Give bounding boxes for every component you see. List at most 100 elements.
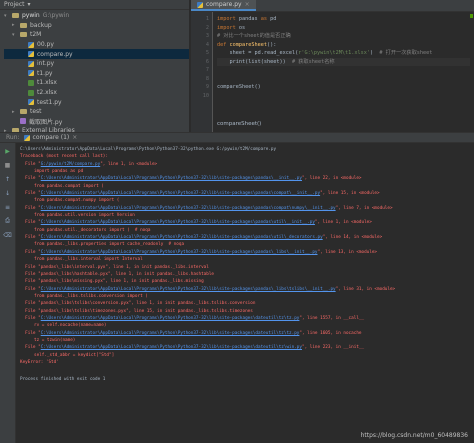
tab-compare-py[interactable]: compare.py × bbox=[191, 0, 256, 11]
close-icon[interactable]: × bbox=[72, 134, 77, 141]
file-link[interactable]: C:\Users\Administrator\AppData\Local\Pro… bbox=[41, 287, 336, 292]
tree-item[interactable]: test1.py bbox=[4, 97, 189, 107]
code-token: (): bbox=[266, 41, 277, 48]
file-link[interactable]: C:\Users\Administrator\AppData\Local\Pro… bbox=[41, 331, 300, 336]
file-link[interactable]: C:\Users\Administrator\AppData\Local\Pro… bbox=[41, 191, 320, 196]
expand-arrow-icon[interactable]: ▾ bbox=[4, 13, 9, 19]
file-link[interactable]: C:\Users\Administrator\AppData\Local\Pro… bbox=[41, 220, 315, 225]
console-line: File "C:\Users\Administrator\AppData\Loc… bbox=[20, 249, 470, 256]
console-line: from pandas.util._decorators import ( # … bbox=[20, 227, 470, 234]
project-label: Project bbox=[4, 1, 25, 8]
code-line[interactable]: compareSheet() bbox=[217, 83, 470, 92]
tree-item[interactable]: t2.xlsx bbox=[4, 88, 189, 98]
expand-arrow-icon[interactable]: ▾ bbox=[12, 32, 17, 38]
tree-item[interactable]: t1.xlsx bbox=[4, 78, 189, 88]
code-token: import bbox=[217, 24, 239, 31]
line-number: 7 bbox=[205, 67, 209, 73]
code-token: def bbox=[217, 41, 230, 48]
tree-root[interactable]: ▾ pywin G:\pywin bbox=[4, 11, 189, 21]
code-line[interactable] bbox=[217, 66, 470, 75]
scroll-up-icon[interactable]: ↑ bbox=[4, 175, 12, 183]
code-line[interactable]: import pandas as pd bbox=[217, 15, 470, 24]
console-line: File "C:\Users\Administrator\AppData\Loc… bbox=[20, 344, 470, 351]
python-file-icon bbox=[28, 51, 34, 58]
console-text: from pandas._libs.properties import cach… bbox=[34, 242, 185, 248]
breadcrumb[interactable]: compareSheet() bbox=[217, 121, 261, 127]
file-link[interactable]: C:\Users\Administrator\AppData\Local\Pro… bbox=[41, 250, 318, 255]
console-text: from pandas._libs.interval import Interv… bbox=[34, 257, 143, 263]
code-token: as bbox=[260, 16, 271, 22]
console-line: File "C:\Users\Administrator\AppData\Loc… bbox=[20, 286, 470, 293]
file-link[interactable]: G:/pywin/t2M/compare.py bbox=[41, 162, 101, 167]
python-file-icon bbox=[28, 99, 34, 106]
tree-item[interactable]: 00.py bbox=[4, 40, 189, 50]
code-token: compareSheet bbox=[229, 41, 267, 48]
console-text: KeyError: 'Std' bbox=[20, 359, 59, 365]
tree-item[interactable]: 截取图片.py bbox=[4, 117, 189, 127]
line-number: 8 bbox=[205, 75, 209, 82]
file-link[interactable]: C:\Users\Administrator\AppData\Local\Pro… bbox=[41, 206, 336, 211]
code-line[interactable]: def compareSheet(): bbox=[217, 41, 470, 50]
inspection-ok-icon bbox=[470, 14, 473, 18]
run-panel-header: Run: compare (1) × bbox=[0, 133, 474, 143]
console-output[interactable]: C:\Users\Administrator\AppData\Local\Pro… bbox=[20, 146, 470, 429]
console-line: import pandas as pd bbox=[20, 168, 470, 175]
file-link[interactable]: C:\Users\Administrator\AppData\Local\Pro… bbox=[41, 176, 302, 181]
tree-item-label: t2.xlsx bbox=[37, 89, 57, 97]
console-line: self._std_abbr = keydict["Std"] bbox=[20, 352, 470, 359]
code-token: print(list(sheet)) bbox=[217, 58, 292, 65]
tab-label: compare.py bbox=[206, 1, 242, 8]
scroll-down-icon[interactable]: ↓ bbox=[4, 189, 12, 197]
console-text: ", line 1, in <module> bbox=[314, 220, 372, 226]
print-icon[interactable]: ⎙ bbox=[4, 217, 12, 225]
tree-root-label: pywin bbox=[22, 12, 40, 20]
tree-item[interactable]: ▸ backup bbox=[4, 21, 189, 31]
stop-icon[interactable]: ■ bbox=[4, 161, 12, 169]
expand-arrow-icon[interactable]: ▸ bbox=[12, 109, 17, 115]
console-text: File "pandas\_libs\hashtable.pyx", line … bbox=[20, 271, 215, 277]
code-line[interactable]: sheet = pd.read_excel(r'G:\pywin\t2M\t1.… bbox=[217, 49, 470, 58]
tree-item[interactable]: int.py bbox=[4, 59, 189, 69]
run-panel: Run: compare (1) × ▶ ■ ↑ ↓ ≡ ⎙ ⌫ C:\User… bbox=[0, 132, 474, 443]
line-number: 10 bbox=[202, 92, 209, 99]
excel-file-icon bbox=[28, 89, 34, 96]
tree-item[interactable]: compare.py bbox=[4, 49, 189, 59]
console-line: tz = tzwin(name) bbox=[20, 337, 470, 344]
code-line[interactable] bbox=[217, 92, 470, 101]
project-panel-header[interactable]: Project ▾ bbox=[0, 0, 189, 10]
editor-tab-bar: compare.py × bbox=[191, 0, 474, 12]
code-line[interactable]: print(list(sheet)) # 获取sheet名称 bbox=[217, 57, 470, 66]
code-line[interactable]: import os bbox=[217, 24, 470, 33]
file-link[interactable]: C:\Users\Administrator\AppData\Local\Pro… bbox=[41, 235, 323, 240]
console-text: ", line 15, in <module> bbox=[320, 191, 380, 197]
console-text: File " bbox=[20, 315, 41, 321]
console-text: ", line 223, in __init__ bbox=[302, 345, 365, 351]
console-text: File " bbox=[20, 235, 41, 241]
file-link[interactable]: C:\Users\Administrator\AppData\Local\Pro… bbox=[41, 316, 300, 321]
python-file-icon bbox=[28, 60, 34, 67]
code-line[interactable] bbox=[217, 75, 470, 84]
line-number: 3 bbox=[205, 33, 209, 39]
line-number: 9 bbox=[205, 84, 209, 90]
console-line: Traceback (most recent call last): bbox=[20, 153, 470, 160]
file-link[interactable]: C:\Users\Administrator\AppData\Local\Pro… bbox=[41, 345, 302, 350]
code-area[interactable]: import pandas as pd import os # 对比一个sheet的… bbox=[217, 15, 470, 100]
tree-item-label: compare.py bbox=[37, 50, 73, 58]
code-line[interactable]: # 对比一个sheet的值是否正确 bbox=[217, 32, 470, 41]
close-icon[interactable]: × bbox=[245, 1, 250, 8]
run-tab[interactable]: compare (1) × bbox=[23, 134, 77, 141]
tree-item[interactable]: t1.py bbox=[4, 69, 189, 79]
tree-item[interactable]: ▸ test bbox=[4, 107, 189, 117]
folder-icon bbox=[20, 109, 27, 115]
run-tab-label: compare (1) bbox=[32, 134, 70, 141]
trash-icon[interactable]: ⌫ bbox=[3, 231, 11, 239]
console-line: from pandas.compat.numpy import ( bbox=[20, 197, 470, 204]
console-text: File " bbox=[20, 249, 41, 255]
wrap-icon[interactable]: ≡ bbox=[4, 203, 12, 211]
tree-item[interactable]: ▾ t2M bbox=[4, 30, 189, 40]
rerun-icon[interactable]: ▶ bbox=[4, 147, 12, 155]
expand-arrow-icon[interactable]: ▸ bbox=[12, 22, 17, 28]
console-line: File "C:\Users\Administrator\AppData\Loc… bbox=[20, 234, 470, 241]
console-text: Traceback (most recent call last): bbox=[20, 154, 108, 160]
